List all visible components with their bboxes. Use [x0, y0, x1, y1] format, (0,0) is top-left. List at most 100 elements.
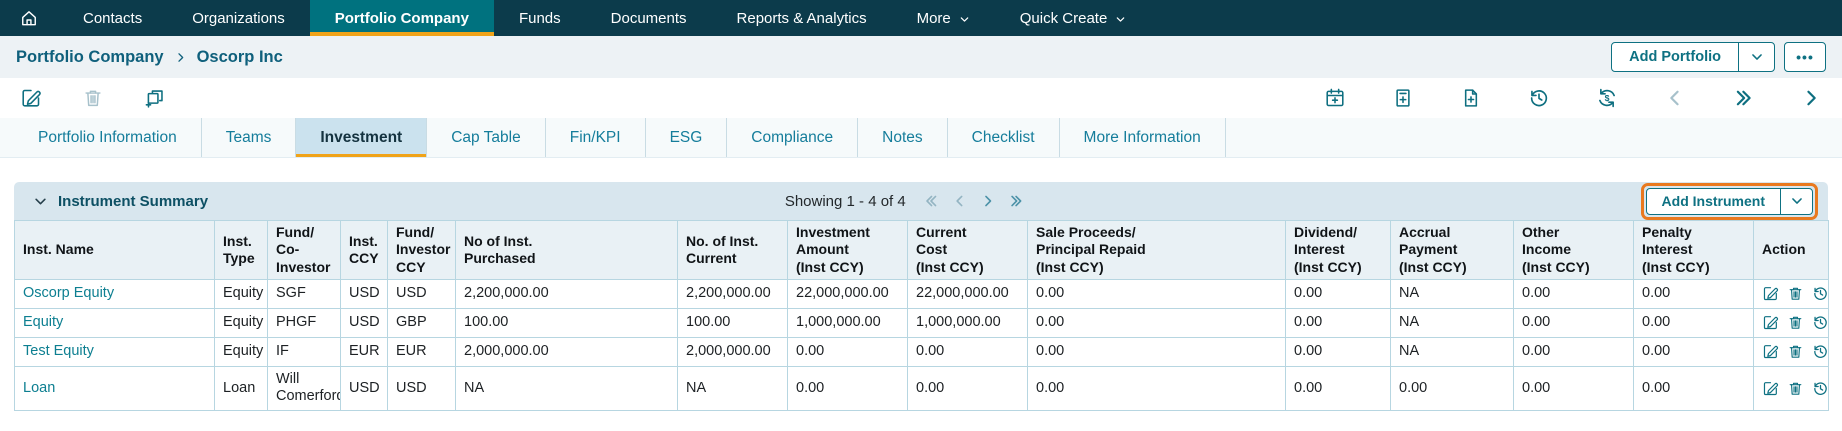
more-options-button[interactable]: •••: [1784, 42, 1826, 72]
tab-checklist[interactable]: Checklist: [948, 118, 1060, 157]
skip-forward-button[interactable]: [1732, 87, 1754, 109]
row-actions: [1762, 314, 1829, 331]
column-header-dividend-interest-inst-ccy: Dividend/ Interest (Inst CCY): [1286, 221, 1391, 280]
nav-item-portfolio-company[interactable]: Portfolio Company: [310, 0, 494, 36]
edit-icon: [1762, 314, 1779, 331]
nav-item-funds[interactable]: Funds: [494, 0, 586, 36]
next-page-button[interactable]: [980, 193, 996, 209]
action-cell: [1754, 309, 1829, 338]
add-instrument-button-group: Add Instrument: [1646, 188, 1813, 215]
chevrons-right-icon: [1008, 193, 1024, 209]
table-cell: 0.00: [1514, 338, 1634, 367]
nav-item-contacts[interactable]: Contacts: [58, 0, 167, 36]
table-cell: GBP: [388, 309, 456, 338]
nav-item-documents[interactable]: Documents: [586, 0, 712, 36]
delete-button[interactable]: [82, 87, 104, 109]
edit-row-button[interactable]: [1762, 285, 1779, 302]
table-cell: 0.00: [1514, 367, 1634, 411]
instrument-link[interactable]: Oscorp Equity: [23, 285, 114, 301]
edit-button[interactable]: [20, 87, 42, 109]
nav-item-reports-analytics[interactable]: Reports & Analytics: [712, 0, 892, 36]
instrument-link[interactable]: Loan: [23, 380, 55, 396]
table-cell: 0.00: [908, 367, 1028, 411]
add-instrument-dropdown[interactable]: [1780, 189, 1812, 214]
table-cell: 22,000,000.00: [908, 280, 1028, 309]
delete-row-button[interactable]: [1787, 285, 1804, 302]
nav-item-quick-create[interactable]: Quick Create: [995, 0, 1152, 36]
row-history-button[interactable]: [1812, 285, 1829, 302]
edit-icon: [1762, 380, 1779, 397]
table-cell: 22,000,000.00: [788, 280, 908, 309]
pagination-buttons: [924, 193, 1024, 209]
table-cell: NA: [456, 367, 678, 411]
toolbar-right-icons: $: [1324, 87, 1822, 109]
tab-more-information[interactable]: More Information: [1060, 118, 1226, 157]
tab-portfolio-information[interactable]: Portfolio Information: [14, 118, 202, 157]
form-add-icon: [1392, 87, 1414, 109]
currency-refresh-button[interactable]: $: [1596, 87, 1618, 109]
row-actions: [1762, 343, 1829, 360]
instrument-link[interactable]: Equity: [23, 314, 63, 330]
nav-item-organizations[interactable]: Organizations: [167, 0, 310, 36]
edit-row-button[interactable]: [1762, 380, 1779, 397]
tab-label: Checklist: [972, 129, 1035, 147]
column-header-penalty-interest-inst-ccy: Penalty Interest (Inst CCY): [1634, 221, 1754, 280]
home-button[interactable]: [0, 0, 58, 36]
table-row: EquityEquityPHGFUSDGBP100.00100.001,000,…: [15, 309, 1829, 338]
trash-icon: [1787, 380, 1804, 397]
table-cell: 0.00: [1514, 280, 1634, 309]
prev-page-button[interactable]: [952, 193, 968, 209]
breadcrumb-parent[interactable]: Portfolio Company: [16, 48, 164, 67]
tab-investment[interactable]: Investment: [296, 118, 427, 157]
tab-compliance[interactable]: Compliance: [727, 118, 858, 157]
add-form-button[interactable]: [1392, 87, 1414, 109]
row-history-button[interactable]: [1812, 343, 1829, 360]
chevron-down-icon: [959, 14, 970, 25]
column-header-current-cost-inst-ccy: Current Cost (Inst CCY): [908, 221, 1028, 280]
section-title: Instrument Summary: [58, 193, 208, 210]
table-cell: 0.00: [1514, 309, 1634, 338]
edit-row-button[interactable]: [1762, 314, 1779, 331]
add-document-button[interactable]: [1460, 87, 1482, 109]
add-portfolio-dropdown[interactable]: [1738, 43, 1774, 71]
table-cell: 2,000,000.00: [678, 338, 788, 367]
tab-cap-table[interactable]: Cap Table: [427, 118, 546, 157]
tab-teams[interactable]: Teams: [202, 118, 297, 157]
column-header-other-income-inst-ccy: Other Income (Inst CCY): [1514, 221, 1634, 280]
tab-label: Fin/KPI: [570, 129, 621, 147]
add-instrument-button[interactable]: Add Instrument: [1647, 189, 1780, 214]
row-history-button[interactable]: [1812, 380, 1829, 397]
add-portfolio-button[interactable]: Add Portfolio: [1612, 43, 1738, 71]
history-button[interactable]: [1528, 87, 1550, 109]
instrument-link[interactable]: Test Equity: [23, 343, 94, 359]
first-page-button[interactable]: [924, 193, 940, 209]
next-button[interactable]: [1800, 87, 1822, 109]
delete-row-button[interactable]: [1787, 343, 1804, 360]
tab-esg[interactable]: ESG: [646, 118, 728, 157]
history-icon: [1812, 314, 1829, 331]
table-cell: 2,000,000.00: [456, 338, 678, 367]
table-cell: Equity: [215, 309, 268, 338]
nav-item-more[interactable]: More: [892, 0, 995, 36]
tab-notes[interactable]: Notes: [858, 118, 948, 157]
add-event-button[interactable]: [1324, 87, 1346, 109]
row-history-button[interactable]: [1812, 314, 1829, 331]
edit-row-button[interactable]: [1762, 343, 1779, 360]
delete-row-button[interactable]: [1787, 314, 1804, 331]
table-cell: USD: [388, 280, 456, 309]
previous-button[interactable]: [1664, 87, 1686, 109]
chevron-right-icon: [174, 51, 187, 64]
table-cell: 2,200,000.00: [678, 280, 788, 309]
instrument-table: Inst. NameInst. TypeFund/ Co- InvestorIn…: [14, 220, 1829, 411]
last-page-button[interactable]: [1008, 193, 1024, 209]
edit-icon: [1762, 343, 1779, 360]
collapse-section-button[interactable]: [33, 194, 48, 209]
table-cell: 0.00: [1286, 309, 1391, 338]
duplicate-button[interactable]: [144, 87, 166, 109]
tab-label: Portfolio Information: [38, 129, 177, 147]
breadcrumb-current: Oscorp Inc: [197, 48, 283, 67]
tab-fin-kpi[interactable]: Fin/KPI: [546, 118, 646, 157]
delete-row-button[interactable]: [1787, 380, 1804, 397]
tab-label: Compliance: [751, 129, 833, 147]
history-icon: [1528, 87, 1550, 109]
